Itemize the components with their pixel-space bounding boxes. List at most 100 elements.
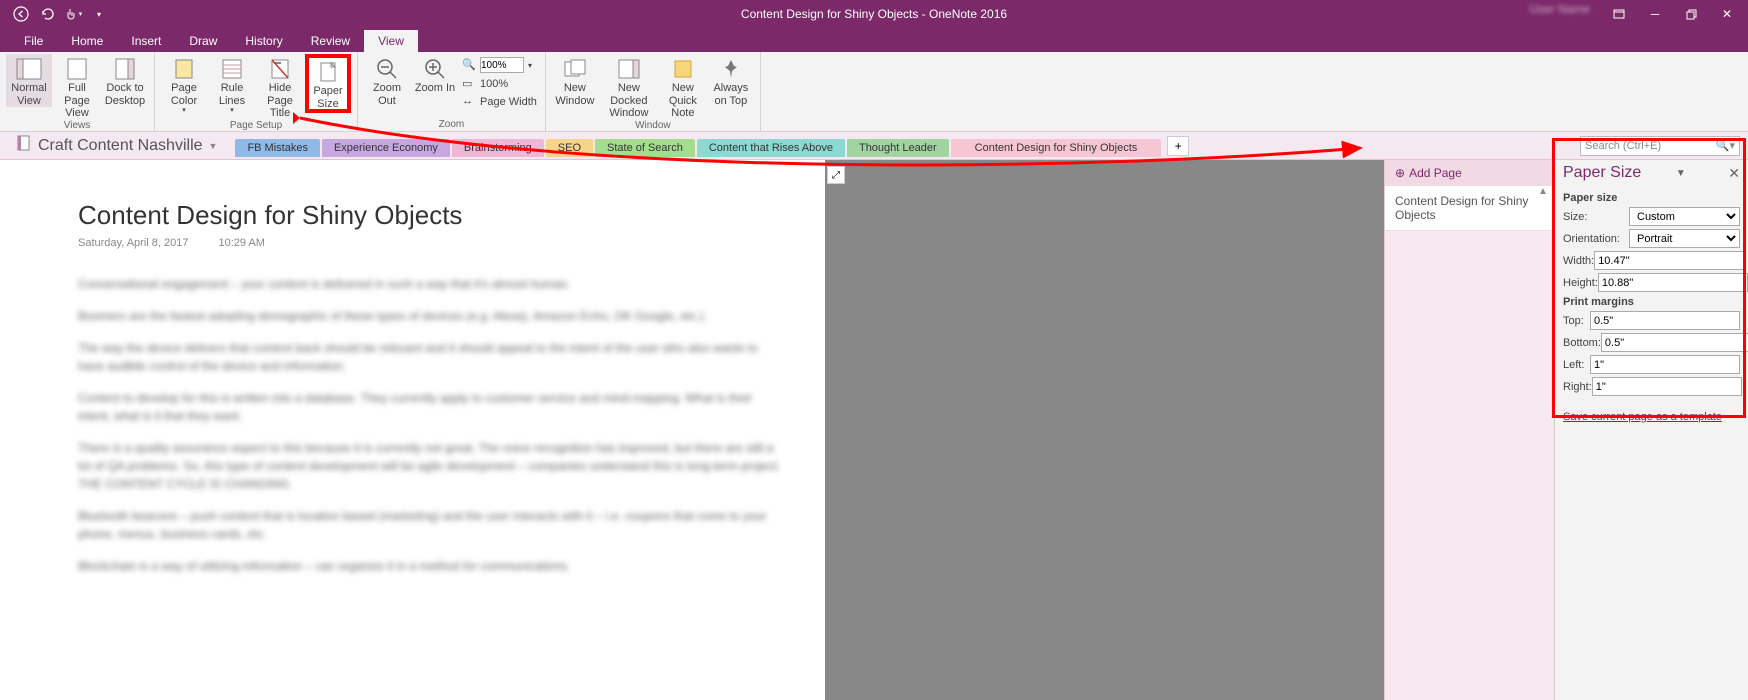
hide-title-icon	[265, 56, 295, 82]
paper-size-button[interactable]: Paper Size	[305, 54, 351, 113]
page-100-icon: ▭	[462, 77, 476, 91]
main-area: Content Design for Shiny Objects Saturda…	[0, 160, 1748, 700]
notebook-icon	[16, 135, 32, 156]
zoom-combo[interactable]: 🔍▾	[460, 56, 539, 74]
page-list-item[interactable]: Content Design for Shiny Objects	[1385, 186, 1554, 231]
tab-review[interactable]: Review	[297, 30, 364, 52]
tab-history[interactable]: History	[231, 30, 296, 52]
page-date: Saturday, April 8, 2017	[78, 237, 188, 249]
undo-button[interactable]	[36, 3, 58, 25]
canvas-wrap: Content Design for Shiny Objects Saturda…	[0, 160, 1384, 700]
paper-size-panel: Paper Size ▼ ✕ Paper size Size:Custom Or…	[1554, 160, 1748, 700]
plus-icon: ⊕	[1395, 166, 1405, 180]
quick-note-icon	[668, 56, 698, 82]
window-title: Content Design for Shiny Objects - OneNo…	[741, 7, 1007, 21]
panel-close-button[interactable]: ✕	[1728, 165, 1740, 182]
page-color-icon	[169, 56, 199, 82]
zoom-100-button[interactable]: ▭100%	[460, 76, 539, 92]
back-button[interactable]	[10, 3, 32, 25]
touch-mode-button[interactable]: ▾	[62, 3, 84, 25]
search-icon: 🔍▾	[1716, 139, 1735, 152]
page-width-button[interactable]: ↔Page Width	[460, 94, 539, 110]
add-page-button[interactable]: ⊕ Add Page	[1385, 160, 1554, 186]
section-tab[interactable]: Thought Leader	[847, 139, 949, 157]
add-section-button[interactable]: +	[1167, 136, 1189, 156]
section-tab[interactable]: Content that Rises Above	[697, 139, 845, 157]
normal-view-button[interactable]: Normal View	[6, 54, 52, 107]
paper-size-icon	[313, 59, 343, 85]
page-title[interactable]: Content Design for Shiny Objects	[78, 200, 785, 231]
dock-icon	[110, 56, 140, 82]
pin-icon	[716, 56, 746, 82]
page-width-icon: ↔	[462, 95, 476, 109]
normal-view-icon	[14, 56, 44, 82]
ribbon: Normal View Full Page View Dock to Deskt…	[0, 52, 1748, 132]
hide-page-title-button[interactable]: Hide Page Title	[257, 54, 303, 120]
section-tab[interactable]: FB Mistakes	[235, 139, 320, 157]
margin-bottom-input[interactable]	[1601, 333, 1748, 352]
tab-insert[interactable]: Insert	[117, 30, 175, 52]
width-input[interactable]	[1594, 251, 1744, 270]
page-time: 10:29 AM	[218, 237, 264, 249]
tab-draw[interactable]: Draw	[175, 30, 231, 52]
page-list-panel: ⊕ Add Page ▲ Content Design for Shiny Ob…	[1384, 160, 1554, 700]
page-canvas[interactable]: Content Design for Shiny Objects Saturda…	[0, 160, 825, 700]
tab-home[interactable]: Home	[57, 30, 117, 52]
ribbon-group-page-setup: Page Color ▾ Rule Lines ▾ Hide Page Titl…	[155, 52, 358, 131]
margin-right-input[interactable]	[1592, 377, 1742, 396]
notebook-selector[interactable]: Craft Content Nashville ▼	[8, 135, 225, 156]
tab-view[interactable]: View	[364, 30, 418, 52]
new-docked-icon	[614, 56, 644, 82]
canvas-gutter	[825, 160, 1384, 700]
page-content-blurred: Conversational engagement – your content…	[78, 275, 785, 575]
ribbon-tabs: File Home Insert Draw History Review Vie…	[0, 28, 1748, 52]
zoom-in-icon	[420, 56, 450, 82]
size-select[interactable]: Custom	[1629, 207, 1740, 226]
ribbon-group-window: New Window New Docked Window New Quick N…	[546, 52, 761, 131]
chevron-down-icon: ▼	[209, 141, 218, 151]
qat-customize[interactable]: ▾	[88, 3, 110, 25]
tab-file[interactable]: File	[10, 30, 57, 52]
section-tab[interactable]: SEO	[546, 139, 593, 157]
section-tab[interactable]: Brainstorming	[452, 139, 544, 157]
new-quick-note-button[interactable]: New Quick Note	[660, 54, 706, 120]
paper-panel-title: Paper Size	[1563, 164, 1641, 182]
always-on-top-button[interactable]: Always on Top	[708, 54, 754, 107]
search-input[interactable]: Search (Ctrl+E) 🔍▾	[1580, 136, 1740, 156]
section-tab[interactable]: Experience Economy	[322, 139, 450, 157]
dock-to-desktop-button[interactable]: Dock to Desktop	[102, 54, 148, 107]
section-tab[interactable]: State of Search	[595, 139, 695, 157]
user-label: User Name	[1529, 2, 1590, 26]
full-page-icon	[62, 56, 92, 82]
page-color-button[interactable]: Page Color ▾	[161, 54, 207, 115]
new-docked-window-button[interactable]: New Docked Window	[600, 54, 658, 120]
expand-canvas-button[interactable]: ⤢	[827, 166, 845, 184]
scroll-up-arrow[interactable]: ▲	[1538, 186, 1552, 200]
rule-lines-button[interactable]: Rule Lines ▾	[209, 54, 255, 115]
paper-size-section-label: Paper size	[1563, 192, 1740, 204]
new-window-button[interactable]: New Window	[552, 54, 598, 107]
margin-left-input[interactable]	[1590, 355, 1740, 374]
save-template-link[interactable]: Save current page as a template	[1555, 411, 1748, 423]
new-window-icon	[560, 56, 590, 82]
page-meta: Saturday, April 8, 2017 10:29 AM	[78, 237, 785, 249]
panel-dropdown-icon[interactable]: ▼	[1676, 168, 1686, 179]
full-page-view-button[interactable]: Full Page View	[54, 54, 100, 120]
print-margins-section-label: Print margins	[1563, 296, 1740, 308]
section-tab[interactable]: Content Design for Shiny Objects	[951, 139, 1162, 157]
quick-access-toolbar: ▾ ▾	[0, 3, 110, 25]
zoom-extra: 🔍▾ ▭100% ↔Page Width	[460, 54, 539, 110]
height-input[interactable]	[1598, 273, 1748, 292]
maximize-button[interactable]	[1674, 2, 1708, 26]
title-bar: ▾ ▾ Content Design for Shiny Objects - O…	[0, 0, 1748, 28]
ribbon-display-button[interactable]	[1602, 2, 1636, 26]
margin-top-input[interactable]	[1590, 311, 1740, 330]
window-controls: User Name ─ ✕	[1529, 2, 1748, 26]
zoom-out-button[interactable]: Zoom Out	[364, 54, 410, 107]
ribbon-group-views: Normal View Full Page View Dock to Deskt…	[0, 52, 155, 131]
close-button[interactable]: ✕	[1710, 2, 1744, 26]
zoom-in-button[interactable]: Zoom In	[412, 54, 458, 95]
orientation-select[interactable]: Portrait	[1629, 229, 1740, 248]
minimize-button[interactable]: ─	[1638, 2, 1672, 26]
ribbon-group-zoom: Zoom Out Zoom In 🔍▾ ▭100% ↔Page Width Zo…	[358, 52, 546, 131]
